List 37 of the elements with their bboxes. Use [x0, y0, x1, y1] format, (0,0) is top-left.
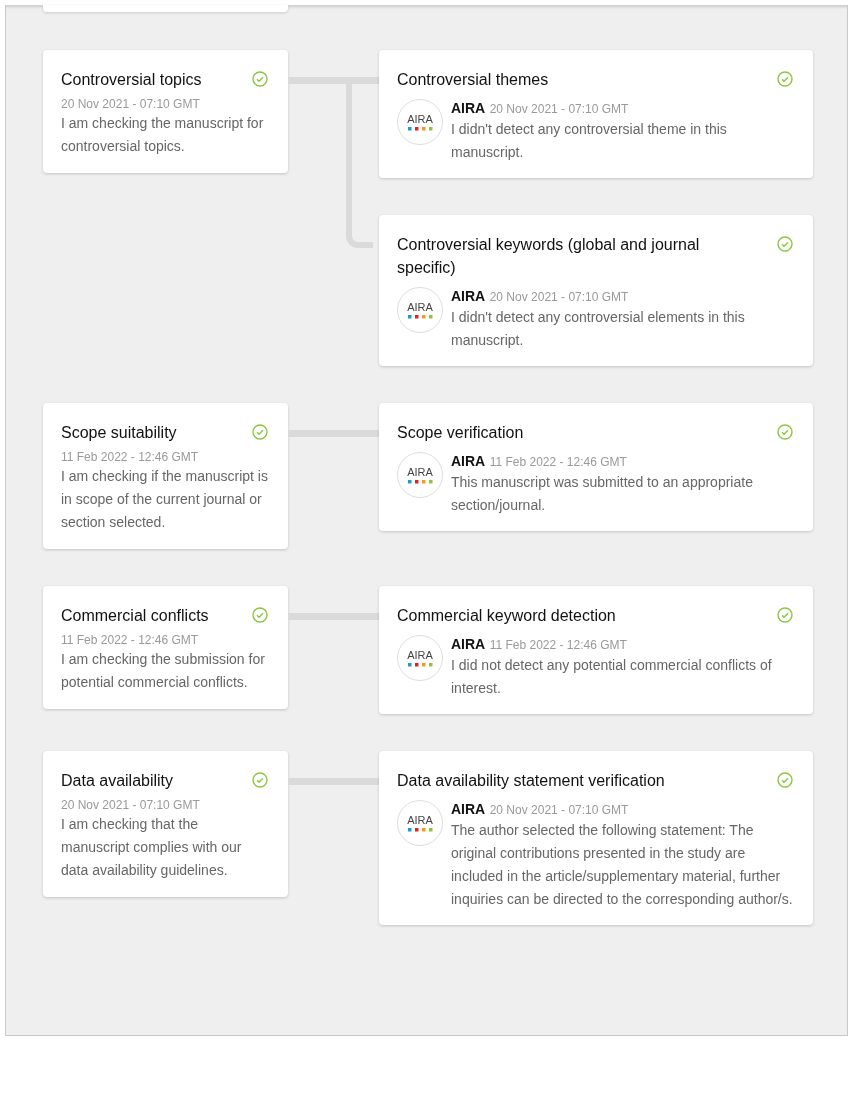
timestamp: 20 Nov 2021 - 07:10 GMT	[61, 797, 201, 813]
avatar-label: AIRA	[407, 649, 433, 661]
step-title: Controversial topics	[61, 70, 202, 90]
author-name: AIRA	[451, 288, 486, 304]
timestamp: 20 Nov 2021 - 07:10 GMT	[489, 290, 629, 304]
step-title: Data availability	[61, 771, 174, 791]
step-description: I am checking the submission for potential commercial conflicts.	[61, 650, 266, 692]
result-message: I did not detect any potential commercial conflicts of interest.	[451, 656, 773, 698]
author-name: AIRA	[451, 636, 486, 652]
result-title: Controversial keywords (global and journal specific)	[397, 235, 701, 278]
timestamp: 20 Nov 2021 - 07:10 GMT	[489, 803, 629, 817]
author-name: AIRA	[451, 801, 486, 817]
author-name: AIRA	[451, 100, 486, 116]
step-description: I am checking that the manuscript complies with our data availability guidelines.	[61, 815, 243, 880]
result-message: I didn't detect any controversial elements in this manuscript.	[451, 308, 746, 350]
timestamp: 11 Feb 2022 - 12:46 GMT	[489, 638, 627, 652]
author-name: AIRA	[451, 453, 486, 469]
result-title: Scope verification	[397, 423, 524, 443]
step-description: I am checking if the manuscript is in scope of the current journal or section selected.	[61, 467, 268, 532]
timestamp: 11 Feb 2022 - 12:46 GMT	[489, 455, 627, 469]
result-message: The author selected the following statement: The original contributions presented in the study are included in the article/supplementary material, further inquiries can be directed to the corresponding author/s.	[451, 821, 793, 909]
timestamp: 11 Feb 2022 - 12:46 GMT	[61, 632, 200, 648]
timestamp: 20 Nov 2021 - 07:10 GMT	[489, 102, 629, 116]
result-message: This manuscript was submitted to an appropriate section/journal.	[451, 473, 754, 515]
result-title: Data availability statement verification	[397, 771, 665, 791]
result-title: Commercial keyword detection	[397, 606, 616, 626]
step-title: Scope suitability	[61, 423, 177, 443]
avatar-label: AIRA	[407, 814, 433, 826]
timestamp: 11 Feb 2022 - 12:46 GMT	[61, 449, 200, 465]
avatar-label: AIRA	[407, 466, 433, 478]
avatar-label: AIRA	[407, 113, 433, 125]
avatar-label: AIRA	[407, 301, 433, 313]
result-title: Controversial themes	[397, 70, 549, 90]
step-description: I am checking the manuscript for controversial topics.	[61, 114, 265, 156]
step-title: Commercial conflicts	[61, 606, 209, 626]
timestamp: 20 Nov 2021 - 07:10 GMT	[61, 96, 201, 112]
result-message: I didn't detect any controversial theme in this manuscript.	[451, 120, 728, 162]
